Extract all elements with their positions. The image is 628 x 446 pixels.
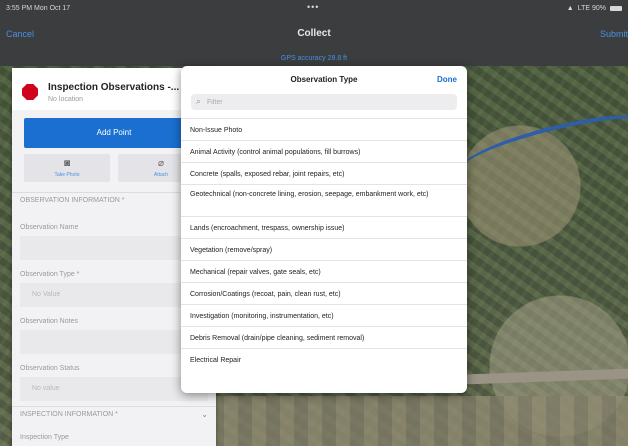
observation-type-label: Observation Type * — [20, 271, 80, 278]
list-item[interactable]: Investigation (monitoring, instrumentati… — [181, 304, 467, 326]
search-icon: ⌕ — [196, 96, 202, 106]
camera-icon: ◙ — [63, 158, 71, 169]
stop-octagon-icon — [22, 84, 38, 100]
list-item[interactable]: Non-Issue Photo — [181, 118, 467, 140]
filter-input[interactable] — [207, 96, 447, 108]
navigation-bar: Cancel Collect Submit — [0, 16, 628, 53]
option-list: Non-Issue Photo Animal Activity (control … — [181, 118, 467, 370]
observation-type-value: No Value — [32, 291, 61, 298]
observation-status-value: No value — [32, 385, 60, 392]
list-item[interactable]: Lands (encroachment, trespass, ownership… — [181, 216, 467, 238]
list-item[interactable]: Animal Activity (control animal populati… — [181, 140, 467, 162]
observation-type-field[interactable]: No Value — [20, 283, 208, 307]
map-field — [210, 396, 628, 446]
section-observation-header[interactable]: OBSERVATION INFORMATION * — [20, 197, 125, 204]
network-status: LTE 90% — [577, 5, 606, 12]
inspection-type-label: Inspection Type — [20, 434, 69, 441]
observation-name-field[interactable] — [20, 236, 208, 260]
multitask-dots[interactable]: ••• — [307, 2, 319, 12]
battery-icon — [610, 6, 622, 11]
map-river — [452, 105, 628, 191]
observation-status-label: Observation Status — [20, 365, 80, 372]
divider — [12, 406, 216, 407]
chevron-down-icon[interactable]: ⌄ — [201, 410, 208, 419]
signal-icon: ▲ — [566, 5, 574, 12]
observation-type-popover: Observation Type Done ⌕ Non-Issue PhotoA… — [181, 66, 467, 393]
submit-button[interactable]: Submit — [600, 29, 628, 39]
status-time: 3:55 PM Mon Oct 17 — [6, 5, 71, 12]
list-item[interactable]: Corrosion/Coatings (recoat, pain, clean … — [181, 282, 467, 304]
list-item[interactable]: Debris Removal (drain/pipe cleaning, sed… — [181, 326, 467, 348]
take-photo-button[interactable]: ◙ Take Photo — [24, 154, 110, 182]
page-title: Collect — [297, 28, 331, 39]
take-photo-label: Take Photo — [54, 172, 80, 178]
done-button[interactable]: Done — [437, 75, 457, 84]
observation-name-label: Observation Name — [20, 224, 79, 231]
list-item[interactable]: Electrical Repair — [181, 348, 467, 370]
add-point-button[interactable]: Add Point — [24, 118, 204, 148]
location-status: No location — [48, 96, 84, 103]
observation-notes-label: Observation Notes — [20, 318, 78, 325]
observation-notes-field[interactable] — [20, 330, 208, 354]
layer-title[interactable]: Inspection Observations -... — [48, 82, 179, 93]
status-bar: 3:55 PM Mon Oct 17 ••• ▲ LTE 90% — [0, 0, 628, 16]
list-item[interactable]: Vegetation (remove/spray) — [181, 238, 467, 260]
list-item[interactable]: Concrete (spalls, exposed rebar, joint r… — [181, 162, 467, 184]
popover-title: Observation Type — [290, 75, 358, 84]
list-item[interactable]: Geotechnical (non-concrete lining, erosi… — [181, 184, 467, 216]
gps-accuracy: GPS accuracy 28.8 ft — [0, 52, 628, 66]
observation-status-field[interactable]: No value — [20, 377, 208, 401]
section-inspection-header[interactable]: INSPECTION INFORMATION * — [20, 411, 118, 418]
status-right: ▲ LTE 90% — [567, 5, 622, 12]
attachment-actions: ◙ Take Photo ⌀ Attach — [24, 154, 204, 184]
list-item[interactable]: Mechanical (repair valves, gate seals, e… — [181, 260, 467, 282]
filter-box: ⌕ — [191, 94, 457, 110]
